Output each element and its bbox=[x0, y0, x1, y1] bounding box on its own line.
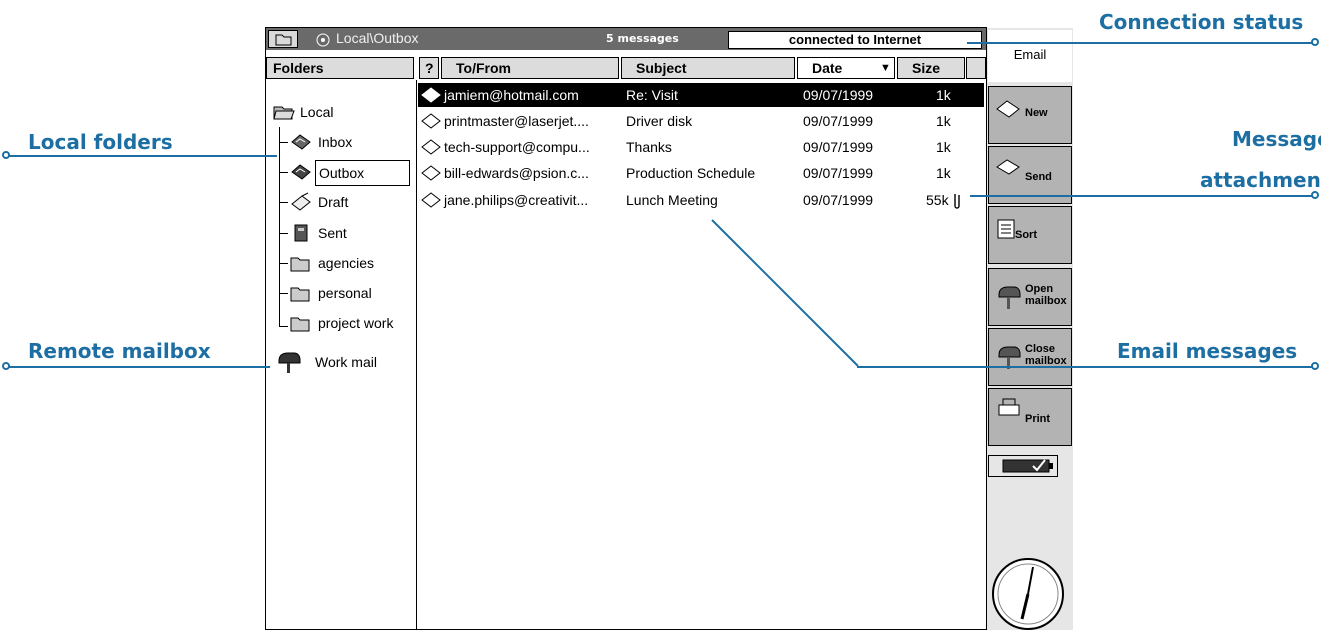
mailbox-icon bbox=[998, 346, 1021, 369]
header-filler bbox=[966, 57, 986, 79]
callout-attachment-line2: attachment bbox=[1200, 168, 1321, 192]
phone-icon bbox=[316, 33, 330, 47]
message-size: 1k bbox=[936, 165, 951, 181]
open-mailbox-label: Open mailbox bbox=[1025, 283, 1067, 307]
message-row[interactable]: jamiem@hotmail.com Re: Visit 09/07/1999 … bbox=[418, 83, 984, 107]
sort-down-icon: ▼ bbox=[880, 62, 891, 74]
callout-connection-status: Connection status bbox=[1099, 10, 1304, 34]
close-mailbox-button[interactable]: Close mailbox bbox=[988, 328, 1072, 386]
folder-icon bbox=[275, 34, 292, 46]
sort-button-label: Sort bbox=[1015, 229, 1037, 241]
close-mailbox-label: Close mailbox bbox=[1025, 343, 1067, 367]
mailbox-icon bbox=[998, 286, 1021, 309]
inbox-icon bbox=[291, 134, 311, 150]
envelope-icon bbox=[421, 87, 441, 103]
open-folder-icon bbox=[273, 106, 295, 120]
message-date: 09/07/1999 bbox=[803, 192, 874, 208]
message-size: 1k bbox=[936, 139, 951, 155]
message-row[interactable]: tech-support@compu... Thanks 09/07/1999 … bbox=[418, 135, 984, 159]
message-count: 5 messages bbox=[606, 32, 679, 45]
sort-button[interactable]: Sort bbox=[988, 206, 1072, 264]
message-subject: Re: Visit bbox=[626, 87, 678, 103]
message-size: 1k bbox=[936, 113, 951, 129]
envelope-icon bbox=[421, 113, 441, 129]
open-label-line2: mailbox bbox=[1025, 295, 1067, 307]
date-header-label: Date bbox=[812, 60, 843, 76]
message-row[interactable]: printmaster@laserjet.... Driver disk 09/… bbox=[418, 109, 984, 133]
clock-icon bbox=[992, 558, 1064, 630]
message-row[interactable]: bill-edwards@psion.c... Production Sched… bbox=[418, 161, 984, 185]
message-date: 09/07/1999 bbox=[803, 165, 874, 181]
message-subject: Thanks bbox=[626, 139, 672, 155]
send-mail-icon bbox=[996, 159, 1020, 175]
envelope-icon bbox=[421, 192, 441, 208]
connection-status: connected to Internet bbox=[728, 31, 982, 49]
envelope-icon bbox=[421, 165, 441, 181]
message-subject: Production Schedule bbox=[626, 165, 756, 181]
new-button[interactable]: New bbox=[988, 86, 1072, 144]
toolbar-title: Email bbox=[988, 30, 1072, 82]
mailbox-icon bbox=[278, 352, 301, 373]
battery-icon bbox=[988, 455, 1058, 477]
folders-header[interactable]: Folders bbox=[266, 57, 414, 79]
folder-personal[interactable]: personal bbox=[318, 282, 372, 304]
callout-email-messages: Email messages bbox=[1117, 339, 1298, 363]
message-size: 1k bbox=[936, 87, 951, 103]
folder-menu-button[interactable] bbox=[268, 30, 298, 48]
subject-header[interactable]: Subject bbox=[621, 57, 795, 79]
message-date: 09/07/1999 bbox=[803, 139, 874, 155]
message-date: 09/07/1999 bbox=[803, 113, 874, 129]
message-to-from: tech-support@compu... bbox=[444, 139, 590, 155]
folder-draft[interactable]: Draft bbox=[318, 191, 348, 213]
message-to-from: jane.philips@creativit... bbox=[444, 192, 589, 208]
send-button-label: Send bbox=[1025, 171, 1052, 183]
message-row[interactable]: jane.philips@creativit... Lunch Meeting … bbox=[418, 188, 984, 212]
open-label-line1: Open bbox=[1025, 283, 1054, 295]
printer-icon bbox=[998, 398, 1020, 416]
callout-local-folders: Local folders bbox=[28, 130, 173, 154]
callout-connector bbox=[711, 219, 859, 367]
message-to-from: printmaster@laserjet.... bbox=[444, 113, 589, 129]
open-mailbox-button[interactable]: Open mailbox bbox=[988, 268, 1072, 326]
folder-icon bbox=[290, 317, 310, 332]
to-from-header[interactable]: To/From bbox=[441, 57, 619, 79]
date-header[interactable]: Date ▼ bbox=[797, 57, 895, 79]
folder-path: Local\Outbox bbox=[336, 30, 419, 46]
close-label-line1: Close bbox=[1025, 343, 1055, 355]
print-button-label: Print bbox=[1025, 413, 1051, 425]
folder-inbox[interactable]: Inbox bbox=[318, 131, 352, 153]
folder-project-work[interactable]: project work bbox=[318, 312, 393, 334]
size-header[interactable]: Size bbox=[897, 57, 965, 79]
message-subject: Driver disk bbox=[626, 113, 693, 129]
envelope-icon bbox=[421, 139, 441, 155]
draft-icon bbox=[291, 192, 311, 211]
callout-attachment-line1: Message bbox=[1232, 127, 1321, 151]
new-button-label: New bbox=[1025, 107, 1048, 119]
folder-icon bbox=[290, 257, 310, 272]
callout-remote-mailbox: Remote mailbox bbox=[28, 339, 211, 363]
tree-line bbox=[279, 127, 280, 327]
folder-outbox[interactable]: Outbox bbox=[315, 160, 410, 186]
folder-icon bbox=[290, 287, 310, 302]
print-button[interactable]: Print bbox=[988, 388, 1072, 446]
message-size: 55k bbox=[926, 192, 949, 208]
new-mail-icon bbox=[996, 100, 1020, 118]
battery-level-icon bbox=[1002, 459, 1053, 473]
message-to-from: jamiem@hotmail.com bbox=[444, 87, 579, 103]
folder-local[interactable]: Local bbox=[300, 101, 333, 123]
status-column-header[interactable]: ? bbox=[419, 57, 439, 79]
folder-agencies[interactable]: agencies bbox=[318, 252, 374, 274]
folder-sent[interactable]: Sent bbox=[318, 222, 347, 244]
outbox-icon bbox=[291, 164, 311, 180]
message-subject: Lunch Meeting bbox=[626, 192, 718, 208]
folder-work-mail[interactable]: Work mail bbox=[315, 351, 377, 373]
message-date: 09/07/1999 bbox=[803, 87, 874, 103]
sent-icon bbox=[294, 224, 308, 242]
message-to-from: bill-edwards@psion.c... bbox=[444, 165, 589, 181]
paperclip-icon bbox=[954, 194, 960, 209]
